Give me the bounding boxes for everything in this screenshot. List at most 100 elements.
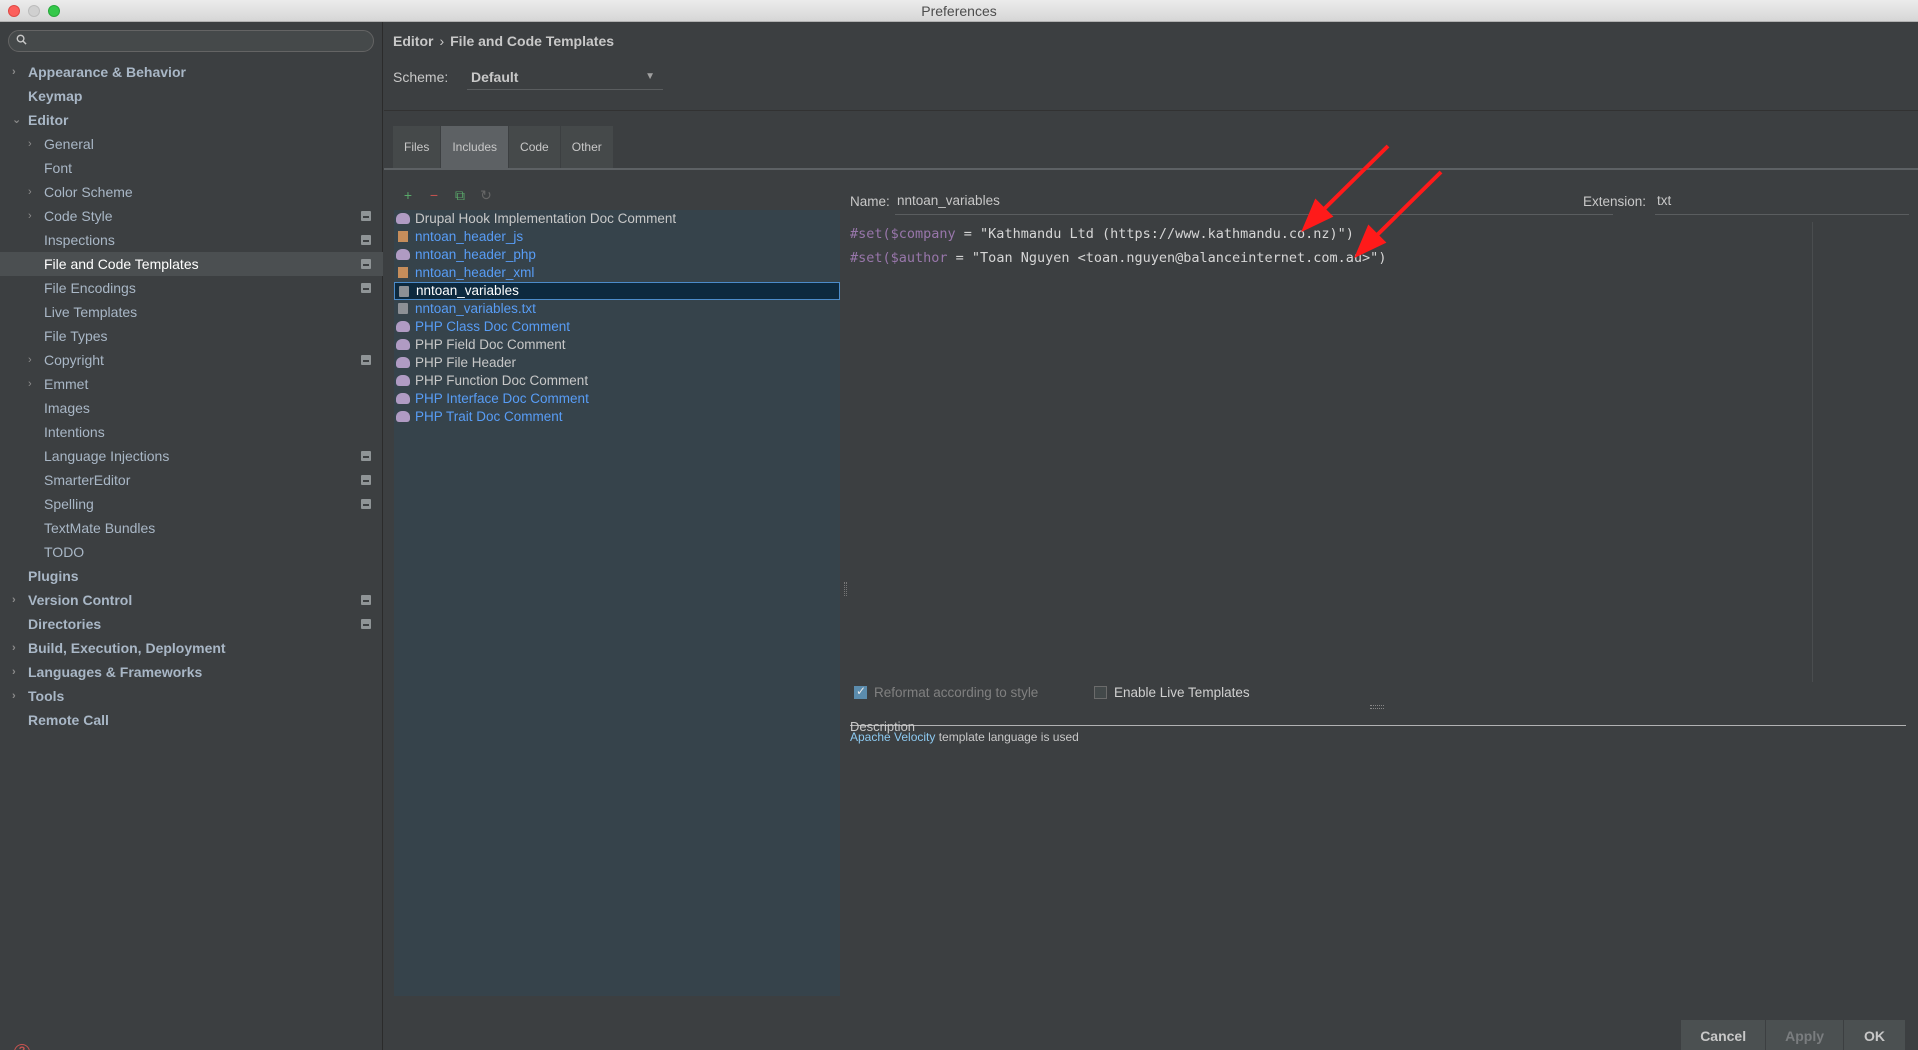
template-list-item[interactable]: nntoan_variables (394, 282, 840, 300)
sidebar-item-label: Inspections (44, 232, 115, 248)
chevron-right-icon[interactable]: › (28, 180, 32, 204)
name-input[interactable]: nntoan_variables (895, 191, 1613, 215)
sidebar-item-live-templates[interactable]: Live Templates (0, 300, 383, 324)
sidebar-item-file-and-code-templates[interactable]: File and Code Templates (0, 252, 383, 276)
chevron-right-icon[interactable]: › (28, 372, 32, 396)
maximize-window-button[interactable] (48, 5, 60, 17)
sidebar-item-label: TODO (44, 544, 85, 560)
sidebar-item-directories[interactable]: Directories (0, 612, 383, 636)
sidebar-item-inspections[interactable]: Inspections (0, 228, 383, 252)
sidebar-item-tools[interactable]: › Tools (0, 684, 383, 708)
live-templates-checkbox[interactable]: Enable Live Templates (1094, 685, 1250, 700)
reformat-checkbox[interactable]: Reformat according to style (854, 684, 1038, 700)
checkbox-checked[interactable] (854, 684, 867, 699)
sidebar-item-version-control[interactable]: › Version Control (0, 588, 383, 612)
sidebar-item-editor[interactable]: ⌄ Editor (0, 108, 383, 132)
ok-button[interactable]: OK (1844, 1020, 1906, 1050)
chevron-right-icon[interactable]: › (28, 204, 32, 228)
template-list-item[interactable]: nntoan_header_php (394, 246, 840, 264)
chevron-right-icon[interactable]: › (12, 60, 16, 84)
tab-other[interactable]: Other (560, 126, 614, 168)
sidebar-item-intentions[interactable]: Intentions (0, 420, 383, 444)
search-input[interactable] (8, 30, 374, 52)
window-title: Preferences (921, 3, 997, 19)
resize-grip[interactable] (1370, 705, 1384, 709)
tabs-underline (384, 168, 1918, 170)
tab-code[interactable]: Code (509, 126, 561, 168)
help-icon[interactable]: ? (14, 1044, 30, 1050)
template-list-item[interactable]: PHP File Header (394, 354, 840, 372)
template-list-item[interactable]: PHP Trait Doc Comment (394, 408, 840, 426)
template-tabs: Files Includes Code Other (393, 126, 614, 168)
project-scope-icon (361, 259, 371, 269)
sidebar-item-images[interactable]: Images (0, 396, 383, 420)
template-list-item[interactable]: PHP Function Doc Comment (394, 372, 840, 390)
sidebar-item-todo[interactable]: TODO (0, 540, 383, 564)
chevron-right-icon[interactable]: › (28, 348, 32, 372)
sidebar-item-file-encodings[interactable]: File Encodings (0, 276, 383, 300)
sidebar-item-label: Remote Call (28, 712, 109, 728)
remove-icon[interactable]: − (426, 187, 442, 203)
template-editor[interactable]: #set($company = "Kathmandu Ltd (https://… (850, 222, 1905, 682)
template-list-item[interactable]: PHP Class Doc Comment (394, 318, 840, 336)
project-scope-icon (361, 355, 371, 365)
sidebar-item-smartereditor[interactable]: SmarterEditor (0, 468, 383, 492)
template-list-item[interactable]: PHP Field Doc Comment (394, 336, 840, 354)
sidebar-item-copyright[interactable]: › Copyright (0, 348, 383, 372)
chevron-right-icon[interactable]: › (12, 660, 16, 684)
sidebar-item-file-types[interactable]: File Types (0, 324, 383, 348)
template-list-item[interactable]: nntoan_variables.txt (394, 300, 840, 318)
breadcrumb: Editor › File and Code Templates (393, 33, 614, 49)
splitter-handle[interactable] (844, 582, 847, 596)
chevron-right-icon[interactable]: › (12, 588, 16, 612)
template-list-item[interactable]: nntoan_header_xml (394, 264, 840, 282)
sidebar-item-general[interactable]: › General (0, 132, 383, 156)
close-window-button[interactable] (8, 5, 20, 17)
project-scope-icon (361, 595, 371, 605)
apply-button[interactable]: Apply (1766, 1020, 1844, 1050)
dialog-buttons: Cancel Apply OK (1681, 1020, 1906, 1050)
project-scope-icon (361, 499, 371, 509)
sidebar-item-keymap[interactable]: Keymap (0, 84, 383, 108)
php-icon (396, 357, 410, 368)
sidebar-item-plugins[interactable]: Plugins (0, 564, 383, 588)
apache-velocity-link[interactable]: Apache Velocity (850, 730, 935, 744)
sidebar-item-color-scheme[interactable]: › Color Scheme (0, 180, 383, 204)
chevron-right-icon[interactable]: › (28, 132, 32, 156)
sidebar-item-font[interactable]: Font (0, 156, 383, 180)
scheme-dropdown[interactable]: Default ▼ (467, 64, 663, 90)
add-icon[interactable]: + (400, 187, 416, 203)
minimize-window-button[interactable] (28, 5, 40, 17)
chevron-right-icon[interactable]: › (12, 684, 16, 708)
template-list-item[interactable]: nntoan_header_js (394, 228, 840, 246)
description-divider (850, 725, 1906, 726)
extension-input[interactable]: txt (1655, 191, 1909, 215)
copy-icon[interactable]: ⧉ (452, 187, 468, 203)
sidebar-item-spelling[interactable]: Spelling (0, 492, 383, 516)
template-label: PHP Trait Doc Comment (415, 409, 563, 424)
template-list-item[interactable]: PHP Interface Doc Comment (394, 390, 840, 408)
sidebar-item-appearance-behavior[interactable]: › Appearance & Behavior (0, 60, 383, 84)
sidebar-item-languages-frameworks[interactable]: › Languages & Frameworks (0, 660, 383, 684)
sidebar-item-emmet[interactable]: › Emmet (0, 372, 383, 396)
chevron-down-icon[interactable]: ⌄ (12, 108, 21, 132)
sidebar-item-build-execution-deployment[interactable]: › Build, Execution, Deployment (0, 636, 383, 660)
divider (384, 110, 1918, 111)
right-margin-guide (1812, 222, 1813, 682)
reset-icon[interactable]: ↻ (478, 187, 494, 203)
code-keyword: #set( (850, 250, 891, 266)
sidebar-item-remote-call[interactable]: Remote Call (0, 708, 383, 732)
chevron-right-icon[interactable]: › (12, 636, 16, 660)
sidebar-item-code-style[interactable]: › Code Style (0, 204, 383, 228)
breadcrumb-separator: › (439, 33, 445, 49)
cancel-button[interactable]: Cancel (1681, 1020, 1767, 1050)
checkbox-unchecked[interactable] (1094, 686, 1107, 699)
tab-files[interactable]: Files (393, 126, 442, 168)
breadcrumb-parent: Editor (393, 33, 434, 49)
template-label: nntoan_variables.txt (415, 301, 536, 316)
sidebar-item-language-injections[interactable]: Language Injections (0, 444, 383, 468)
main-panel: Editor › File and Code Templates Scheme: D… (384, 22, 1918, 1050)
template-list-item[interactable]: Drupal Hook Implementation Doc Comment (394, 210, 840, 228)
sidebar-item-textmate-bundles[interactable]: TextMate Bundles (0, 516, 383, 540)
tab-includes[interactable]: Includes (441, 126, 510, 168)
